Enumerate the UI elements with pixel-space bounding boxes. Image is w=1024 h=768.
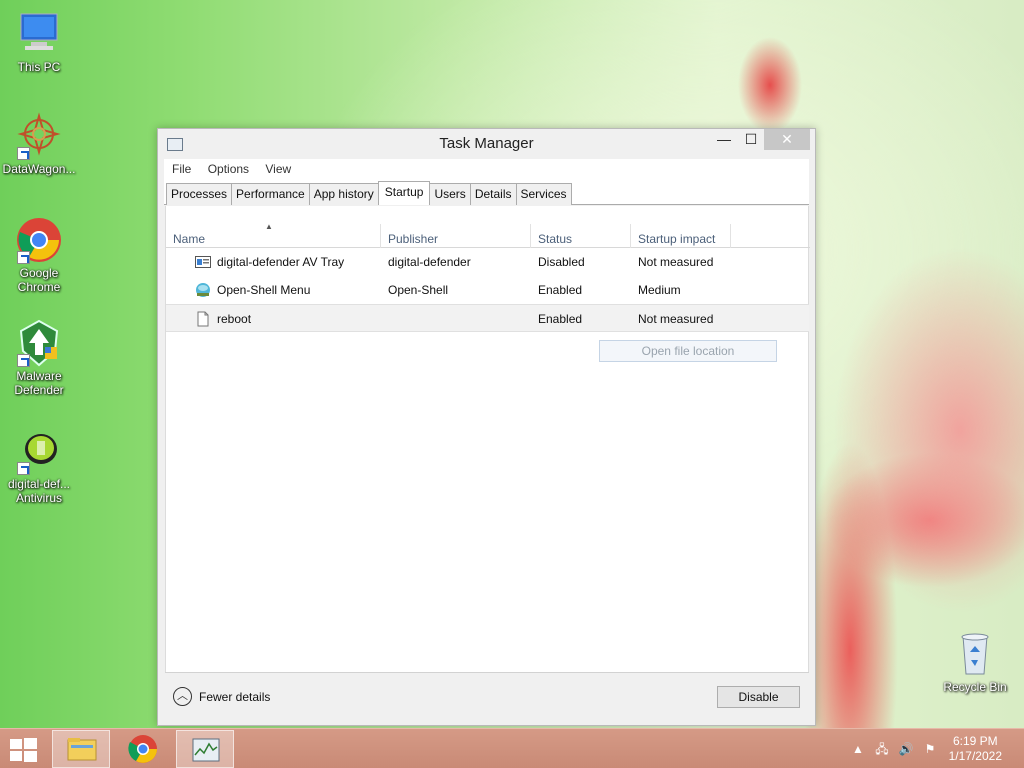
- desktop-icon-label: Google Chrome: [17, 266, 61, 294]
- antivirus-icon: [15, 427, 63, 475]
- row-name: reboot: [217, 312, 252, 326]
- row-name: digital-defender AV Tray: [217, 255, 345, 269]
- tray-app-icon: [195, 256, 211, 268]
- desktop-icon-label: digital-def... Antivirus: [7, 477, 71, 505]
- clock-time: 6:19 PM: [952, 734, 998, 748]
- file-explorer-icon: [67, 738, 97, 761]
- table-row[interactable]: Open-Shell Menu Open-Shell Enabled Mediu…: [166, 276, 809, 304]
- table-row-selected[interactable]: reboot Enabled Not measured: [166, 304, 809, 332]
- volume-icon[interactable]: 🔊: [898, 742, 914, 756]
- footer-bar: ︿ Fewer details Disable: [165, 672, 809, 720]
- desktop-icon-this-pc[interactable]: This PC: [0, 10, 78, 74]
- computer-icon: [15, 10, 63, 58]
- disable-button[interactable]: Disable: [717, 686, 800, 708]
- desktop-icon-datawagon[interactable]: DataWagon...: [0, 112, 78, 176]
- desktop-icon-label: Malware Defender: [14, 369, 64, 397]
- datawagon-icon: [15, 112, 63, 160]
- show-hidden-icons-chevron-icon[interactable]: ▲: [850, 742, 866, 756]
- desktop-icon-label: Recycle Bin: [943, 680, 1007, 694]
- taskbar: ▲ 🖧 🔊 ⚑ 6:19 PM 1/17/2022: [0, 728, 1024, 768]
- shortcut-arrow-icon: [17, 251, 30, 264]
- shortcut-arrow-icon: [17, 354, 30, 367]
- fewer-details-link[interactable]: Fewer details: [199, 690, 270, 704]
- desktop-icon-recycle-bin[interactable]: Recycle Bin: [936, 630, 1014, 694]
- open-file-location-button[interactable]: Open file location: [599, 340, 777, 362]
- shortcut-arrow-icon: [17, 462, 30, 475]
- network-icon[interactable]: 🖧: [874, 742, 890, 756]
- column-header-startup-impact[interactable]: Startup impact: [631, 224, 731, 248]
- desktop-icon-google-chrome[interactable]: Google Chrome: [0, 216, 78, 294]
- tab-strip: Processes Performance App history Startu…: [164, 179, 809, 205]
- row-impact: Not measured: [638, 312, 714, 326]
- shortcut-arrow-icon: [17, 147, 30, 160]
- recycle-bin-icon: [951, 630, 999, 678]
- column-header-name[interactable]: Name: [166, 224, 381, 248]
- menu-bar: File Options View: [164, 159, 809, 179]
- chrome-icon: [15, 216, 63, 264]
- row-impact: Medium: [638, 283, 681, 297]
- chrome-icon: [128, 735, 157, 763]
- startup-list: ▲ Name Publisher Status Startup impact d…: [165, 206, 810, 672]
- column-header-status[interactable]: Status: [531, 224, 631, 248]
- desktop-icon-digital-defender-antivirus[interactable]: digital-def... Antivirus: [0, 427, 78, 505]
- taskbar-chrome[interactable]: [114, 730, 172, 768]
- maximize-button[interactable]: ☐: [738, 129, 764, 150]
- windows-start-icon[interactable]: [10, 738, 38, 762]
- row-status: Enabled: [538, 283, 583, 297]
- file-icon: [197, 311, 209, 327]
- task-manager-window: Task Manager — ☐ ✕ File Options View Pro…: [157, 128, 816, 726]
- minimize-button[interactable]: —: [711, 129, 737, 150]
- open-shell-icon: [196, 283, 210, 297]
- chevron-up-icon[interactable]: ︿: [173, 687, 192, 706]
- table-row[interactable]: digital-defender AV Tray digital-defende…: [166, 248, 809, 276]
- row-status: Disabled: [538, 255, 585, 269]
- shield-icon: [15, 319, 63, 367]
- menu-file[interactable]: File: [172, 159, 191, 179]
- column-header-publisher[interactable]: Publisher: [381, 224, 531, 248]
- table-header: Name Publisher Status Startup impact: [166, 224, 810, 248]
- clock[interactable]: 6:19 PM 1/17/2022: [949, 734, 1002, 764]
- close-button[interactable]: ✕: [764, 129, 810, 150]
- row-impact: Not measured: [638, 255, 714, 269]
- tab-services[interactable]: Services: [515, 183, 572, 205]
- row-status: Enabled: [538, 312, 583, 326]
- menu-options[interactable]: Options: [208, 159, 249, 179]
- task-manager-icon: [192, 738, 220, 762]
- tab-processes[interactable]: Processes: [166, 183, 233, 205]
- title-bar[interactable]: Task Manager — ☐ ✕: [158, 129, 815, 159]
- desktop-icon-label: This PC: [17, 60, 61, 74]
- row-name: Open-Shell Menu: [217, 283, 311, 297]
- row-publisher: digital-defender: [388, 255, 471, 269]
- tab-performance[interactable]: Performance: [231, 183, 310, 205]
- taskbar-task-manager[interactable]: [176, 730, 234, 768]
- clock-date: 1/17/2022: [948, 749, 1002, 763]
- row-publisher: Open-Shell: [388, 283, 449, 297]
- tab-users[interactable]: Users: [429, 183, 471, 205]
- taskbar-file-explorer[interactable]: [52, 730, 110, 768]
- tab-startup[interactable]: Startup: [377, 181, 431, 205]
- tab-app-history[interactable]: App history: [308, 183, 379, 205]
- menu-view[interactable]: View: [265, 159, 291, 179]
- action-center-flag-icon[interactable]: ⚑: [922, 742, 938, 756]
- tab-details[interactable]: Details: [469, 183, 517, 205]
- desktop-icon-label: DataWagon...: [2, 162, 76, 176]
- desktop-icon-malware-defender[interactable]: Malware Defender: [0, 319, 78, 397]
